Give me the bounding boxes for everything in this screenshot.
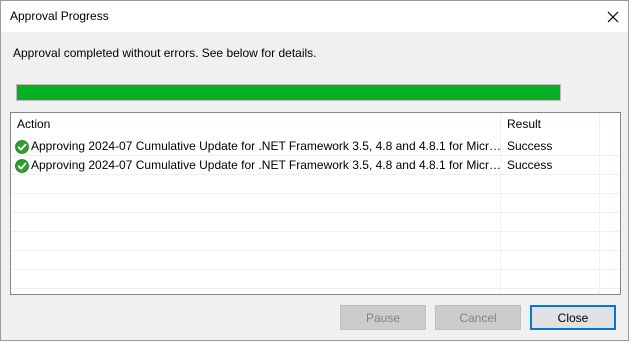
action-text: Approving 2024-07 Cumulative Update for … (31, 139, 501, 153)
cancel-button[interactable]: Cancel (435, 305, 521, 330)
empty-row (11, 194, 620, 213)
list-header: Action Result (11, 113, 620, 136)
empty-row (11, 175, 620, 194)
result-cell: Success (507, 139, 553, 153)
title-bar[interactable]: Approval Progress (1, 1, 628, 32)
action-text: Approving 2024-07 Cumulative Update for … (31, 158, 501, 172)
column-header-action[interactable]: Action (11, 113, 501, 136)
list-body: Approving 2024-07 Cumulative Update for … (11, 137, 620, 289)
progress-fill (17, 85, 560, 100)
success-check-icon (15, 139, 29, 154)
close-button[interactable]: Close (530, 305, 616, 330)
status-message: Approval completed without errors. See b… (13, 46, 317, 60)
empty-row (11, 251, 620, 270)
action-cell: Approving 2024-07 Cumulative Update for … (15, 137, 501, 156)
approval-progress-dialog: Approval Progress Approval completed wit… (0, 0, 629, 341)
column-header-result[interactable]: Result (501, 113, 600, 136)
action-cell: Approving 2024-07 Cumulative Update for … (15, 156, 501, 175)
list-item[interactable]: Approving 2024-07 Cumulative Update for … (11, 156, 620, 175)
success-check-icon (15, 158, 29, 173)
progress-bar (16, 84, 561, 101)
pause-button[interactable]: Pause (340, 305, 426, 330)
list-item[interactable]: Approving 2024-07 Cumulative Update for … (11, 137, 620, 156)
results-list[interactable]: Action Result Approving 2024-07 Cumulati… (10, 112, 621, 295)
window-title: Approval Progress (10, 9, 109, 23)
close-icon[interactable] (598, 1, 628, 32)
result-cell: Success (507, 158, 553, 172)
empty-row (11, 213, 620, 232)
empty-row (11, 232, 620, 251)
empty-row (11, 270, 620, 289)
